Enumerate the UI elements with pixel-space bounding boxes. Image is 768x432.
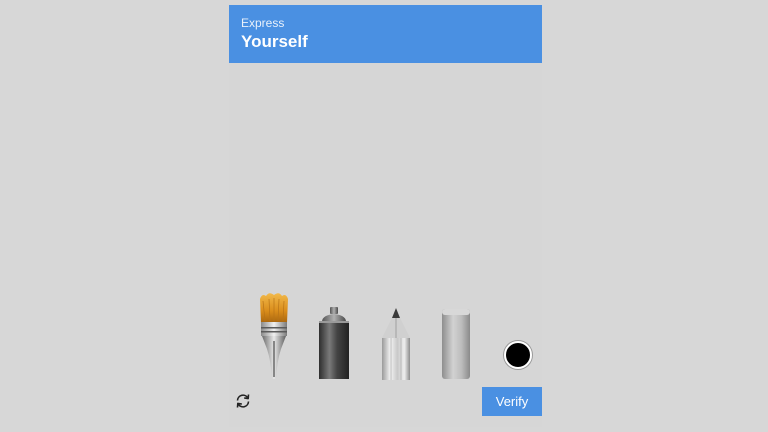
captcha-page: Express Yourself Verify xyxy=(0,0,768,432)
spray-can-icon xyxy=(319,307,349,379)
spray-can-tool[interactable] xyxy=(317,307,351,379)
drawing-captcha-panel: Express Yourself Verify xyxy=(229,5,542,427)
pencil-icon xyxy=(382,308,410,380)
paint-brush-icon xyxy=(260,293,288,379)
header-title: Yourself xyxy=(241,32,308,51)
refresh-icon xyxy=(236,394,250,408)
verify-button[interactable]: Verify xyxy=(482,387,542,416)
pencil-tool[interactable] xyxy=(379,308,413,380)
captcha-header: Express Yourself xyxy=(229,5,542,63)
eraser-tool[interactable] xyxy=(439,309,473,379)
paint-brush-tool[interactable] xyxy=(257,291,291,379)
eraser-icon xyxy=(442,309,470,379)
color-picker-swatch[interactable] xyxy=(504,341,532,369)
header-subtitle: Express xyxy=(241,16,285,30)
refresh-captcha-button[interactable] xyxy=(234,392,252,410)
